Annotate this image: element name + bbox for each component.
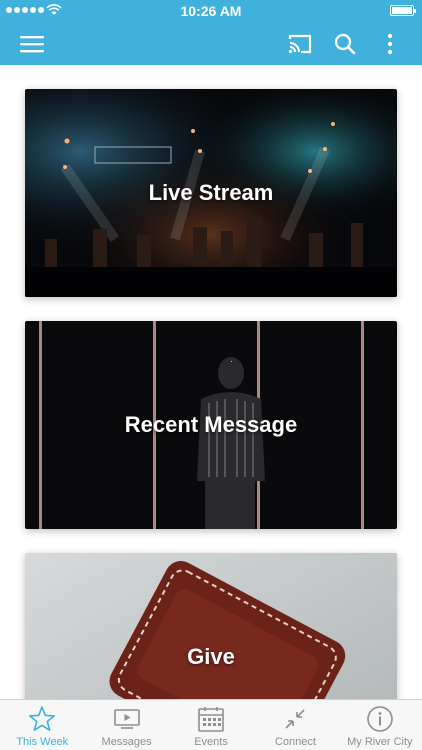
status-time: 10:26 AM (180, 3, 242, 19)
tab-label: Events (194, 736, 228, 748)
hamburger-icon (20, 36, 44, 53)
connect-icon (285, 709, 305, 729)
tab-label: This Week (16, 736, 69, 748)
card-title: Live Stream (148, 180, 274, 205)
tab-this-week[interactable]: This Week (0, 700, 84, 750)
more-vertical-icon (387, 33, 393, 55)
give-image (25, 553, 397, 699)
tab-label: Messages (101, 736, 152, 748)
status-bar: 10:26 AM (0, 0, 422, 22)
tab-label: Connect (274, 736, 316, 748)
top-nav-bar (0, 22, 422, 65)
cast-icon (288, 34, 312, 54)
search-icon (334, 33, 356, 55)
tab-messages[interactable]: Messages (84, 700, 168, 750)
live-stream-card[interactable]: Live Stream (25, 89, 397, 297)
info-icon (367, 706, 393, 732)
more-options-button[interactable] (376, 30, 404, 58)
tab-events[interactable]: Events (169, 700, 253, 750)
cast-button[interactable] (286, 30, 314, 58)
tab-label: My River City (347, 736, 413, 748)
battery-icon (390, 5, 416, 16)
tab-connect[interactable]: Connect (253, 700, 337, 750)
this-week-feed[interactable]: Live Stream Recent Message Give (0, 65, 422, 699)
give-card[interactable]: Give (25, 553, 397, 699)
recent-message-card[interactable]: Recent Message (25, 321, 397, 529)
bottom-tab-bar: This Week Messages Events Connect My Riv… (0, 699, 422, 750)
tab-my-river-city[interactable]: My River City (338, 700, 422, 750)
video-icon (113, 709, 140, 729)
card-title: Recent Message (124, 412, 298, 437)
search-button[interactable] (331, 30, 359, 58)
menu-button[interactable] (18, 30, 46, 58)
calendar-icon (198, 707, 224, 732)
star-icon (29, 706, 56, 731)
card-title: Give (187, 644, 235, 669)
